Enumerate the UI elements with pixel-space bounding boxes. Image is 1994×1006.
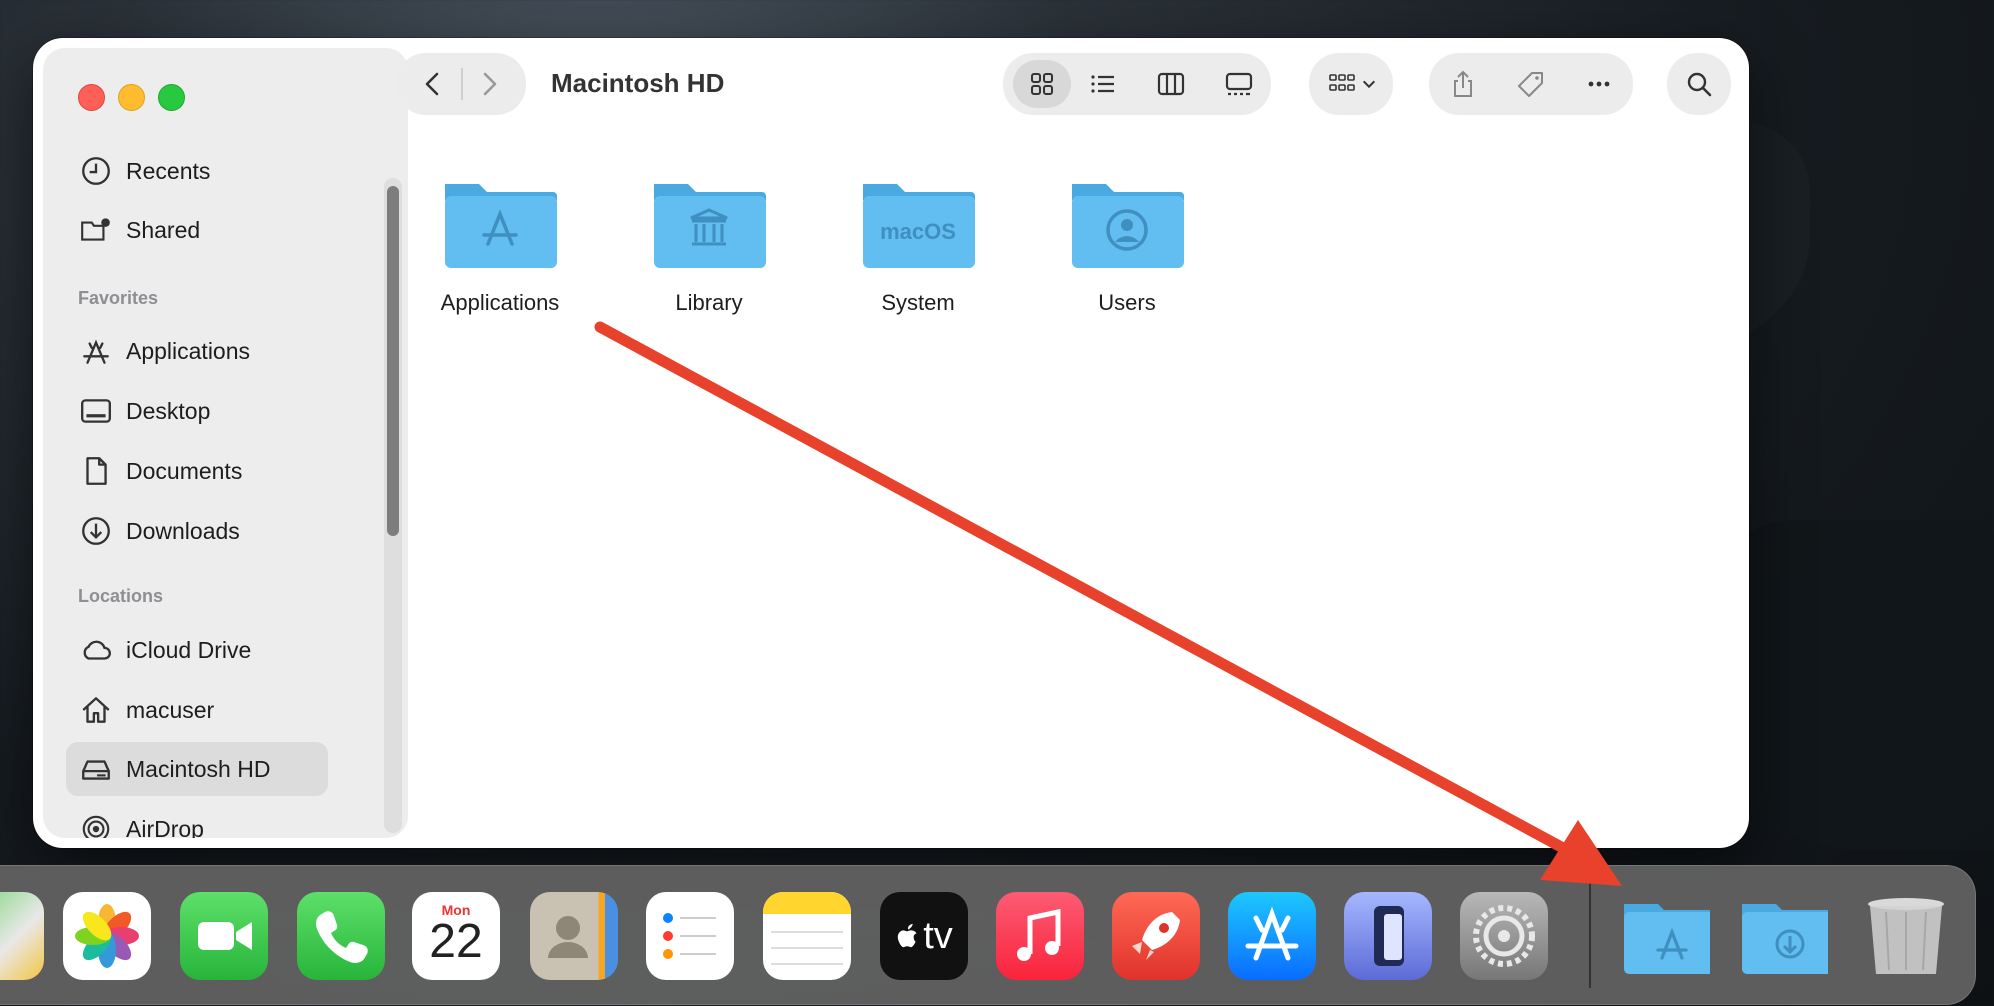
applications-icon	[76, 331, 116, 371]
zoom-button[interactable]	[158, 84, 185, 111]
column-view-button[interactable]	[1149, 66, 1193, 102]
sidebar-item-label: macuser	[126, 696, 215, 723]
phone-app-icon[interactable]	[297, 892, 385, 980]
home-icon	[76, 690, 116, 730]
sidebar-item-macuser[interactable]: macuser	[66, 683, 328, 737]
icon-view-button[interactable]	[1013, 60, 1071, 108]
trash-icon[interactable]	[1862, 892, 1950, 980]
sidebar-item-desktop[interactable]: Desktop	[66, 384, 328, 438]
chevron-down-icon	[1362, 80, 1376, 89]
photos-app-icon[interactable]	[63, 892, 151, 980]
applications-folder-icon	[445, 184, 557, 268]
grid-icon	[1031, 73, 1053, 95]
scrollbar-thumb[interactable]	[387, 186, 399, 536]
nav-divider	[461, 68, 463, 100]
system-folder-icon: macOS	[863, 184, 975, 268]
sidebar-item-icloud-drive[interactable]: iCloud Drive	[66, 623, 328, 677]
cloud-icon	[76, 630, 116, 670]
gallery-view-button[interactable]	[1217, 66, 1261, 102]
folder-label: Applications	[440, 290, 560, 315]
more-button[interactable]	[1577, 64, 1621, 104]
library-folder-icon	[654, 184, 766, 268]
sidebar-item-label: Recents	[126, 157, 211, 184]
sidebar-item-recents[interactable]: Recents	[66, 144, 328, 198]
sidebar-item-label: Desktop	[126, 397, 211, 424]
tag-button[interactable]	[1509, 64, 1553, 104]
sidebar-item-macintosh-hd[interactable]: Macintosh HD	[66, 742, 328, 796]
dock-separator	[1589, 878, 1591, 988]
downloads-stack-icon[interactable]	[1740, 892, 1828, 980]
folder-system[interactable]: macOS System	[838, 174, 998, 316]
sidebar-item-label: Downloads	[126, 517, 240, 544]
reminders-app-icon[interactable]	[646, 892, 734, 980]
rocket-app-icon[interactable]	[1112, 892, 1200, 980]
facetime-app-icon[interactable]	[180, 892, 268, 980]
window-controls	[78, 84, 185, 111]
calendar-day-number: 22	[429, 915, 483, 968]
apple-logo-icon	[898, 923, 917, 948]
locations-heading: Locations	[78, 586, 164, 606]
folder-label: Library	[675, 290, 743, 315]
sidebar-item-applications[interactable]: Applications	[66, 324, 328, 378]
forward-button[interactable]	[467, 66, 511, 102]
document-icon	[76, 451, 116, 491]
users-folder-icon	[1072, 184, 1184, 268]
search-icon	[1687, 72, 1712, 97]
folder-users[interactable]: Users	[1047, 174, 1207, 316]
list-view-button[interactable]	[1081, 66, 1125, 102]
folder-label: System	[881, 290, 955, 315]
shared-folder-icon	[76, 210, 116, 250]
gallery-icon	[1225, 72, 1253, 96]
sidebar: Recents Shared Favorites Applications De…	[43, 48, 408, 838]
group-by-button[interactable]	[1317, 66, 1387, 102]
minimize-button[interactable]	[118, 84, 145, 111]
group-icon	[1329, 74, 1355, 91]
tv-app-icon[interactable]: tv	[880, 892, 968, 980]
contacts-app-icon[interactable]	[530, 892, 618, 980]
airdrop-icon	[76, 809, 116, 838]
search-button[interactable]	[1677, 64, 1721, 104]
desktop-icon	[76, 391, 116, 431]
tag-icon	[1518, 72, 1543, 97]
sidebar-item-label: AirDrop	[126, 815, 204, 839]
system-settings-app-icon[interactable]	[1460, 892, 1548, 980]
sidebar-item-downloads[interactable]: Downloads	[66, 504, 328, 558]
drive-icon	[76, 749, 116, 789]
finder-window: Recents Shared Favorites Applications De…	[33, 38, 1749, 848]
folder-label: Users	[1098, 290, 1156, 315]
sidebar-item-label: iCloud Drive	[126, 636, 252, 663]
calendar-app-icon[interactable]: Mon 22	[412, 892, 500, 980]
sidebar-scrollbar[interactable]	[384, 178, 402, 833]
applications-stack-icon[interactable]	[1622, 892, 1710, 980]
chevron-right-icon	[483, 72, 497, 96]
clock-icon	[76, 151, 116, 191]
folder-applications[interactable]: Applications	[420, 174, 580, 316]
window-title: Macintosh HD	[551, 68, 725, 98]
sidebar-item-label: Documents	[126, 457, 243, 484]
simulator-app-icon[interactable]	[1344, 892, 1432, 980]
macos-glyph: macOS	[880, 219, 956, 244]
share-icon	[1454, 70, 1472, 97]
maps-app-icon[interactable]	[0, 892, 44, 980]
sidebar-item-label: Shared	[126, 216, 201, 243]
list-icon	[1091, 75, 1114, 93]
ellipsis-icon	[1588, 81, 1610, 87]
music-app-icon[interactable]	[996, 892, 1084, 980]
tv-label: tv	[923, 914, 953, 957]
share-button[interactable]	[1441, 64, 1485, 104]
chevron-left-icon	[425, 72, 439, 96]
back-button[interactable]	[411, 66, 455, 102]
notes-app-icon[interactable]	[763, 892, 851, 980]
sidebar-item-label: Applications	[126, 337, 251, 364]
app-store-icon[interactable]	[1228, 892, 1316, 980]
sidebar-item-label: Macintosh HD	[126, 755, 271, 782]
sidebar-item-documents[interactable]: Documents	[66, 444, 328, 498]
sidebar-item-shared[interactable]: Shared	[66, 203, 328, 257]
columns-icon	[1157, 72, 1185, 96]
folder-library[interactable]: Library	[629, 174, 789, 316]
close-button[interactable]	[78, 84, 105, 111]
download-icon	[76, 511, 116, 551]
sidebar-item-airdrop[interactable]: AirDrop	[66, 802, 328, 838]
favorites-heading: Favorites	[78, 288, 159, 308]
